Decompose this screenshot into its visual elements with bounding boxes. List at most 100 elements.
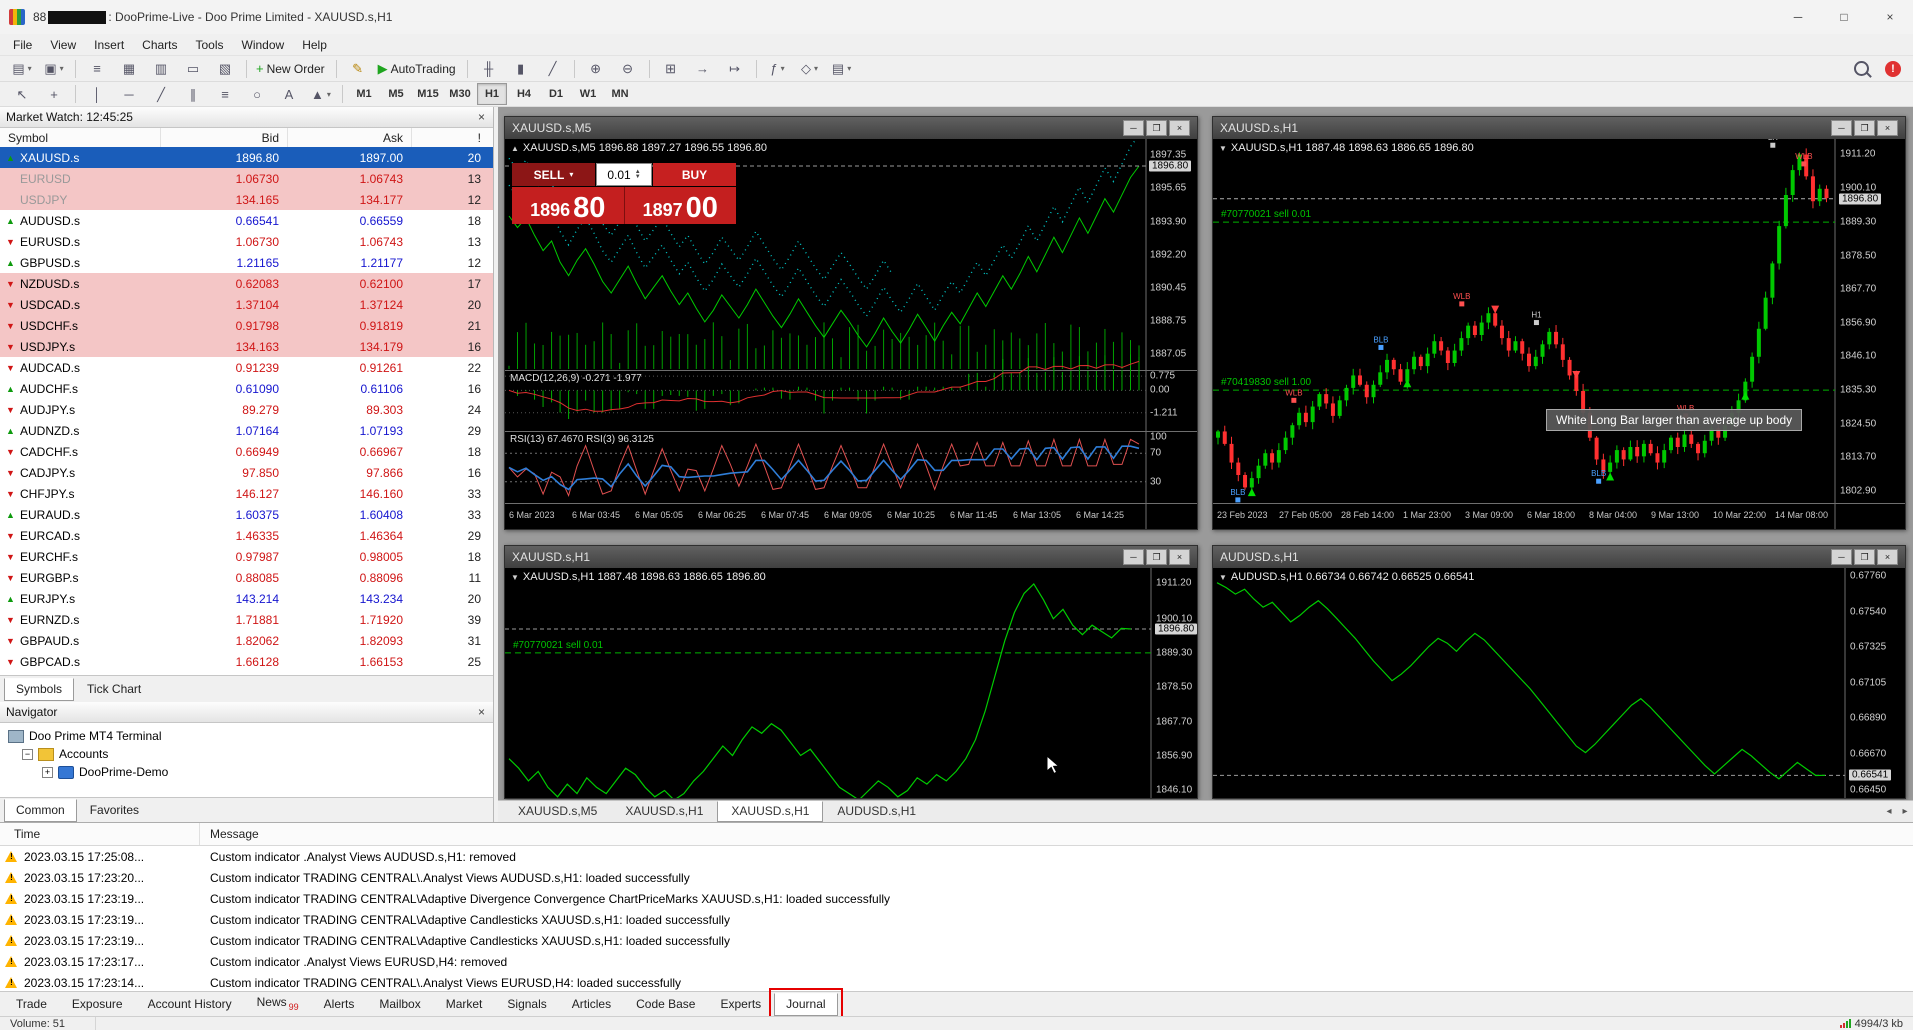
profiles-button[interactable]: ▣▾: [38, 57, 70, 81]
timeframe-mn[interactable]: MN: [605, 83, 635, 105]
journal-row[interactable]: 2023.03.15 17:25:08...Custom indicator .…: [0, 846, 1913, 867]
chart-title-bar[interactable]: XAUUSD.s,H1 ─❐×: [1213, 117, 1905, 139]
menu-view[interactable]: View: [41, 36, 85, 54]
menu-insert[interactable]: Insert: [85, 36, 133, 54]
periods-button[interactable]: ◇▾: [794, 57, 826, 81]
tab-mailbox[interactable]: Mailbox: [367, 993, 432, 1016]
market-watch-row[interactable]: ▼CHFJPY.s146.127146.16033: [0, 483, 493, 504]
market-watch-row[interactable]: ▲GBPUSD.s1.211651.2117712: [0, 252, 493, 273]
tab-experts[interactable]: Experts: [708, 993, 773, 1016]
chart-tab-audusd-s-h1[interactable]: AUDUSD.s,H1: [823, 801, 930, 822]
market-watch-row[interactable]: ▼NZDUSD.s0.620830.6210017: [0, 273, 493, 294]
market-watch-row[interactable]: ▼EURCAD.s1.463351.4636429: [0, 525, 493, 546]
horizontal-line-button[interactable]: ─: [113, 82, 145, 106]
tab-alerts[interactable]: Alerts: [312, 993, 367, 1016]
journal-row[interactable]: 2023.03.15 17:23:19...Custom indicator T…: [0, 930, 1913, 951]
market-watch-row[interactable]: ▲AUDUSD.s0.665410.6655918: [0, 210, 493, 231]
market-watch-row[interactable]: ▲EURJPY.s143.214143.23420: [0, 588, 493, 609]
navigator-button[interactable]: ▥: [145, 57, 177, 81]
timeframe-m1[interactable]: M1: [349, 83, 379, 105]
timeframe-m15[interactable]: M15: [413, 83, 443, 105]
tab-scroll-left-icon[interactable]: ◂: [1881, 806, 1897, 817]
menu-tools[interactable]: Tools: [187, 36, 233, 54]
line-chart-button[interactable]: ╱: [537, 57, 569, 81]
alert-icon[interactable]: !: [1885, 61, 1901, 77]
panel-toggle-icon[interactable]: ▼: [1219, 144, 1227, 153]
tab-scroll-right-icon[interactable]: ▸: [1897, 806, 1913, 817]
auto-scroll-button[interactable]: →: [687, 57, 719, 81]
chart-tab-xauusd-s-h1[interactable]: XAUUSD.s,H1: [717, 801, 823, 822]
market-watch-row[interactable]: ▲XAUUSD.s1896.801897.0020: [0, 147, 493, 168]
tab-articles[interactable]: Articles: [560, 993, 623, 1016]
column-spread[interactable]: !: [411, 128, 493, 148]
terminal-button[interactable]: ▭: [177, 57, 209, 81]
chart-minimize-button[interactable]: ─: [1123, 120, 1144, 136]
volume-input[interactable]: 0.01▲▼: [596, 163, 652, 186]
column-time[interactable]: Time: [0, 823, 200, 845]
cursor-button[interactable]: ↖: [6, 82, 38, 106]
autotrading-button[interactable]: ▶AutoTrading: [374, 57, 462, 81]
chart-canvas[interactable]: #70770021 sell 0.011911.201900.101889.30…: [505, 568, 1197, 798]
tab-common[interactable]: Common: [4, 799, 77, 822]
market-watch-row[interactable]: ▼USDCHF.s0.917980.9181921: [0, 315, 493, 336]
sell-button[interactable]: SELL▾: [512, 163, 595, 186]
bar-chart-button[interactable]: ╫: [473, 57, 505, 81]
market-watch-row[interactable]: ▼EURNZD.s1.718811.7192039: [0, 609, 493, 630]
market-watch-row[interactable]: ▲AUDNZD.s1.071641.0719329: [0, 420, 493, 441]
market-watch-row[interactable]: ▼USDCAD.s1.371041.3712420: [0, 294, 493, 315]
text-button[interactable]: A: [273, 82, 305, 106]
tab-journal[interactable]: Journal: [774, 993, 837, 1016]
expand-icon[interactable]: +: [42, 767, 53, 778]
tab-news[interactable]: News99: [245, 991, 311, 1016]
chart-minimize-button[interactable]: ─: [1831, 549, 1852, 565]
market-watch-row[interactable]: ▼CADJPY.s97.85097.86616: [0, 462, 493, 483]
journal-row[interactable]: 2023.03.15 17:23:20...Custom indicator T…: [0, 867, 1913, 888]
market-watch-row[interactable]: EURUSD1.067301.0674313: [0, 168, 493, 189]
navigator-root-item[interactable]: Doo Prime MT4 Terminal: [0, 727, 493, 745]
arrow-objects-button[interactable]: ▲▾: [305, 82, 337, 106]
chart-restore-button[interactable]: ❐: [1854, 549, 1875, 565]
tab-signals[interactable]: Signals: [495, 993, 558, 1016]
new-order-button[interactable]: +New Order: [252, 57, 331, 81]
chart-minimize-button[interactable]: ─: [1831, 120, 1852, 136]
timeframe-h4[interactable]: H4: [509, 83, 539, 105]
buy-button[interactable]: BUY: [653, 163, 736, 186]
chart-tab-xauusd-s-m5[interactable]: XAUUSD.s,M5: [504, 801, 611, 822]
chart-canvas[interactable]: BLBWLBBLBWLBH1BLBWLBLXWLB#70770021 sell …: [1213, 139, 1905, 529]
market-watch-row[interactable]: ▲EURAUD.s1.603751.6040833: [0, 504, 493, 525]
collapse-icon[interactable]: −: [22, 749, 33, 760]
market-watch-row[interactable]: USDJPY134.165134.17712: [0, 189, 493, 210]
market-watch-row[interactable]: ▼GBPAUD.s1.820621.8209331: [0, 630, 493, 651]
chart-close-button[interactable]: ×: [1169, 120, 1190, 136]
indicators-button[interactable]: ƒ▾: [762, 57, 794, 81]
timeframe-w1[interactable]: W1: [573, 83, 603, 105]
panel-toggle-icon[interactable]: ▲: [511, 144, 519, 153]
journal-row[interactable]: 2023.03.15 17:23:19...Custom indicator T…: [0, 909, 1913, 930]
metaeditor-button[interactable]: ✎: [342, 57, 374, 81]
chart-canvas[interactable]: 1897.351895.651893.901892.201890.451888.…: [505, 139, 1197, 529]
column-message[interactable]: Message: [200, 827, 1913, 841]
navigator-item-accounts[interactable]: − Accounts: [0, 745, 493, 763]
market-watch-row[interactable]: ▼AUDCAD.s0.912390.9126122: [0, 357, 493, 378]
chart-canvas[interactable]: 0.677600.675400.673250.671050.668900.666…: [1213, 568, 1905, 798]
tab-tick-chart[interactable]: Tick Chart: [75, 678, 153, 701]
chart-close-button[interactable]: ×: [1877, 549, 1898, 565]
market-watch-row[interactable]: ▼EURGBP.s0.880850.8809611: [0, 567, 493, 588]
market-watch-header[interactable]: Market Watch: 12:45:25 ×: [0, 107, 493, 128]
zoom-out-button[interactable]: ⊖: [612, 57, 644, 81]
strategy-tester-button[interactable]: ▧: [209, 57, 241, 81]
chart-shift-button[interactable]: ↦: [719, 57, 751, 81]
window-minimize-button[interactable]: ─: [1775, 0, 1821, 34]
candlestick-chart-button[interactable]: ▮: [505, 57, 537, 81]
menu-charts[interactable]: Charts: [133, 36, 186, 54]
zoom-in-button[interactable]: ⊕: [580, 57, 612, 81]
templates-button[interactable]: ▤▾: [826, 57, 858, 81]
close-navigator-icon[interactable]: ×: [476, 705, 487, 719]
timeframe-h1[interactable]: H1: [477, 83, 507, 105]
navigator-header[interactable]: Navigator ×: [0, 702, 493, 723]
fibonacci-button[interactable]: ≡: [209, 82, 241, 106]
market-watch-row[interactable]: ▼GBPCAD.s1.661281.6615325: [0, 651, 493, 672]
market-watch-button[interactable]: ≡: [81, 57, 113, 81]
navigator-item-account[interactable]: + DooPrime-Demo: [0, 763, 493, 781]
tab-market[interactable]: Market: [434, 993, 495, 1016]
